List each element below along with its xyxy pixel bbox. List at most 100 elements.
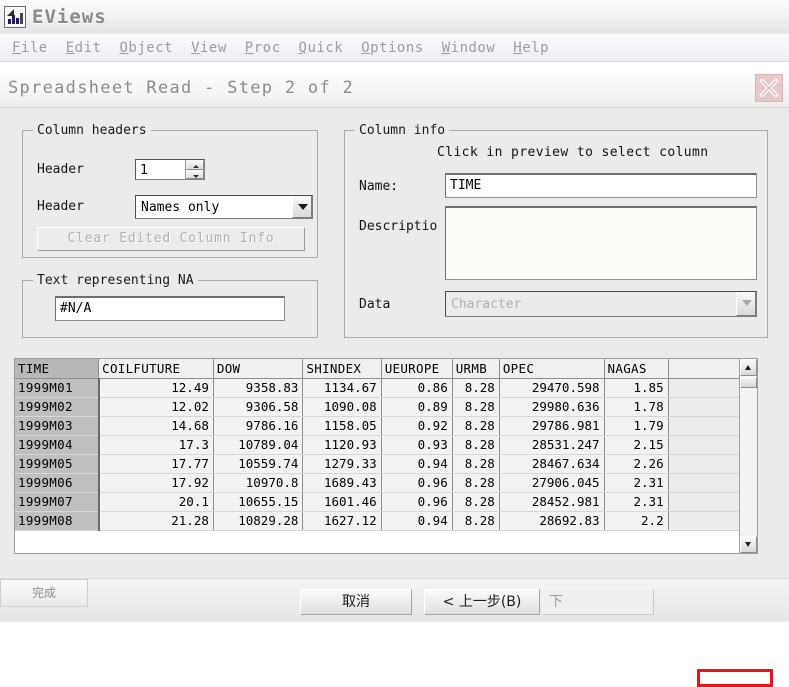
menu-item-window[interactable]: Window xyxy=(434,38,504,58)
scroll-down-arrow-icon[interactable] xyxy=(740,536,757,553)
cancel-button[interactable]: 取消 xyxy=(300,589,412,615)
preview-column-header-shindex[interactable]: SHINDEX xyxy=(302,359,382,379)
table-cell[interactable]: 0.94 xyxy=(381,454,453,474)
row-header-cell[interactable]: 1999M07 xyxy=(15,492,100,512)
spinner-up-icon[interactable] xyxy=(186,160,204,170)
preview-table[interactable]: TIME COILFUTURE DOW SHINDEX UEUROPE URMB OPEC N… xyxy=(15,359,739,531)
row-header-cell[interactable]: 1999M06 xyxy=(15,473,100,493)
preview-column-header-time[interactable]: TIME xyxy=(15,359,100,379)
menu-item-object[interactable]: Object xyxy=(111,38,181,58)
table-cell[interactable]: 1601.46 xyxy=(302,492,382,512)
row-header-cell[interactable]: 1999M01 xyxy=(15,378,100,398)
table-row[interactable]: 1999M01 12.49 9358.83 1134.67 0.86 8.28 29470.… xyxy=(15,378,739,398)
table-row[interactable]: 1999M08 21.28 10829.28 1627.12 0.94 8.28 28692… xyxy=(15,511,739,531)
table-cell[interactable]: 0.92 xyxy=(381,416,453,436)
table-cell[interactable]: 8.28 xyxy=(452,511,500,531)
table-row[interactable]: 1999M02 12.02 9306.58 1090.08 0.89 8.28 29980.… xyxy=(15,397,739,417)
table-cell[interactable]: 1279.33 xyxy=(302,454,382,474)
scroll-up-arrow-icon[interactable] xyxy=(740,359,757,376)
column-name-input[interactable]: TIME xyxy=(445,173,757,198)
scrollbar-thumb[interactable] xyxy=(740,377,757,388)
spinner-down-icon[interactable] xyxy=(186,169,204,179)
table-cell[interactable]: 0.94 xyxy=(381,511,453,531)
clear-edited-column-info-button[interactable]: Clear Edited Column Info xyxy=(37,227,305,251)
table-cell[interactable]: 29980.636 xyxy=(499,397,605,417)
spreadsheet-preview[interactable]: TIME COILFUTURE DOW SHINDEX UEUROPE URMB OPEC N… xyxy=(14,358,758,554)
table-cell[interactable]: 1.85 xyxy=(604,378,669,398)
back-button[interactable]: < 上一步(B) xyxy=(424,589,540,615)
table-cell[interactable]: 8.28 xyxy=(452,454,500,474)
table-cell[interactable]: 9306.58 xyxy=(213,397,304,417)
table-cell[interactable]: 8.28 xyxy=(452,378,500,398)
table-cell[interactable]: 14.68 xyxy=(98,416,214,436)
table-cell[interactable]: 10559.74 xyxy=(213,454,304,474)
table-cell[interactable]: 0.86 xyxy=(381,378,453,398)
table-row[interactable]: 1999M04 17.3 10789.04 1120.93 0.93 8.28 28531.… xyxy=(15,435,739,455)
table-cell[interactable]: 29470.598 xyxy=(499,378,605,398)
table-cell[interactable]: 9786.16 xyxy=(213,416,304,436)
table-cell[interactable]: 1090.08 xyxy=(302,397,382,417)
close-x-icon[interactable] xyxy=(755,74,783,102)
table-row[interactable]: 1999M05 17.77 10559.74 1279.33 0.94 8.28 28467… xyxy=(15,454,739,474)
table-cell[interactable]: 21.28 xyxy=(98,511,214,531)
row-header-cell[interactable]: 1999M03 xyxy=(15,416,100,436)
table-cell[interactable]: 1158.05 xyxy=(302,416,382,436)
table-cell[interactable]: 2.31 xyxy=(604,473,669,493)
preview-vertical-scrollbar[interactable] xyxy=(739,359,757,553)
table-cell[interactable]: 1.78 xyxy=(604,397,669,417)
menu-item-help[interactable]: Help xyxy=(505,38,557,58)
menu-item-quick[interactable]: Quick xyxy=(291,38,352,58)
table-cell[interactable]: 8.28 xyxy=(452,473,500,493)
menu-item-edit[interactable]: Edit xyxy=(58,38,110,58)
table-cell[interactable]: 1134.67 xyxy=(302,378,382,398)
na-text-input[interactable]: #N/A xyxy=(55,296,285,321)
table-cell[interactable]: 1.79 xyxy=(604,416,669,436)
table-cell[interactable]: 27906.045 xyxy=(499,473,605,493)
table-cell[interactable]: 17.77 xyxy=(98,454,214,474)
table-cell[interactable]: 0.96 xyxy=(381,492,453,512)
table-cell[interactable]: 17.3 xyxy=(98,435,214,455)
header-count-spin-buttons[interactable] xyxy=(185,160,204,179)
header-type-dropdown[interactable]: Names only xyxy=(135,195,313,219)
preview-column-header-opec[interactable]: OPEC xyxy=(499,359,605,379)
table-cell[interactable]: 2.26 xyxy=(604,454,669,474)
preview-column-header-dow[interactable]: DOW xyxy=(213,359,304,379)
table-cell[interactable]: 10829.28 xyxy=(213,511,304,531)
table-cell[interactable]: 28467.634 xyxy=(499,454,605,474)
table-cell[interactable]: 20.1 xyxy=(98,492,214,512)
table-cell[interactable]: 8.28 xyxy=(452,435,500,455)
menu-item-options[interactable]: Options xyxy=(353,38,432,58)
row-header-cell[interactable]: 1999M02 xyxy=(15,397,100,417)
table-cell[interactable]: 2.31 xyxy=(604,492,669,512)
next-button[interactable]: 下 xyxy=(542,589,654,615)
row-header-cell[interactable]: 1999M08 xyxy=(15,511,100,531)
table-cell[interactable]: 28692.83 xyxy=(499,511,605,531)
table-cell[interactable]: 9358.83 xyxy=(213,378,304,398)
menu-item-proc[interactable]: Proc xyxy=(237,38,289,58)
table-row[interactable]: 1999M06 17.92 10970.8 1689.43 0.96 8.28 27906.… xyxy=(15,473,739,493)
table-cell[interactable]: 8.28 xyxy=(452,416,500,436)
table-cell[interactable]: 0.89 xyxy=(381,397,453,417)
preview-column-header-ueurope[interactable]: UEUROPE xyxy=(381,359,453,379)
row-header-cell[interactable]: 1999M04 xyxy=(15,435,100,455)
preview-column-header-urmb[interactable]: URMB xyxy=(452,359,500,379)
table-cell[interactable]: 29786.981 xyxy=(499,416,605,436)
table-cell[interactable]: 0.96 xyxy=(381,473,453,493)
table-cell[interactable]: 28531.247 xyxy=(499,435,605,455)
table-cell[interactable]: 0.93 xyxy=(381,435,453,455)
header-count-stepper[interactable]: 1 xyxy=(135,159,205,180)
preview-column-header-nagas[interactable]: NAGAS xyxy=(604,359,669,379)
table-cell[interactable]: 1689.43 xyxy=(302,473,382,493)
table-cell[interactable]: 10789.04 xyxy=(213,435,304,455)
table-cell[interactable]: 2.2 xyxy=(604,511,669,531)
table-cell[interactable]: 1120.93 xyxy=(302,435,382,455)
table-cell[interactable]: 1627.12 xyxy=(302,511,382,531)
finish-button[interactable]: 完成 xyxy=(0,579,88,607)
table-row[interactable]: 1999M07 20.1 10655.15 1601.46 0.96 8.28 28452.… xyxy=(15,492,739,512)
chevron-down-icon[interactable] xyxy=(736,292,756,316)
table-cell[interactable]: 17.92 xyxy=(98,473,214,493)
column-description-input[interactable] xyxy=(445,206,757,280)
table-cell[interactable]: 10970.8 xyxy=(213,473,304,493)
row-header-cell[interactable]: 1999M05 xyxy=(15,454,100,474)
table-cell[interactable]: 12.49 xyxy=(98,378,214,398)
